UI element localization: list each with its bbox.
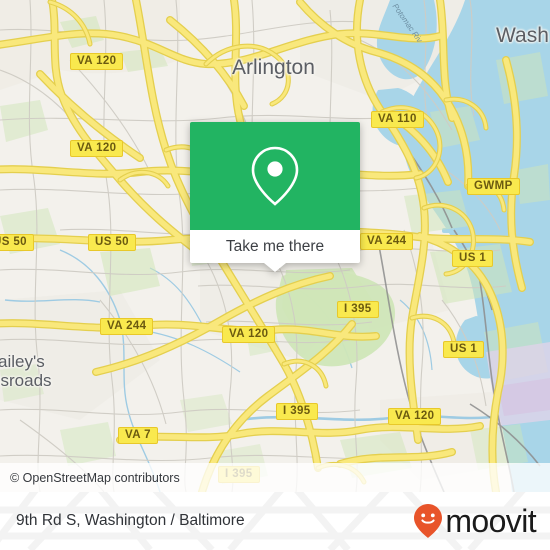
route-shield-va244-a[interactable]: VA 244 <box>100 318 154 335</box>
location-title: 9th Rd S, Washington / Baltimore <box>16 512 245 529</box>
route-shield-i395-b[interactable]: I 395 <box>337 301 379 318</box>
footer-content: 9th Rd S, Washington / Baltimore moovit <box>0 492 550 550</box>
popup-image-placeholder <box>190 122 360 230</box>
take-me-there-label: Take me there <box>225 237 325 255</box>
route-shield-us1-b[interactable]: US 1 <box>443 341 485 358</box>
moovit-brand[interactable]: moovit <box>413 503 537 539</box>
route-shield-gwmp[interactable]: GWMP <box>467 178 520 195</box>
moovit-wordmark: moovit <box>445 503 536 539</box>
place-label-arlington: Arlington <box>232 56 315 79</box>
footer-bar: 9th Rd S, Washington / Baltimore moovit <box>0 492 550 550</box>
route-shield-va120-a[interactable]: VA 120 <box>70 53 124 70</box>
route-shield-us50-b[interactable]: US 50 <box>88 234 136 251</box>
moovit-map-screen: Arlington Wash ailey's ssroads Potomac R… <box>0 0 550 550</box>
route-shield-va120-d[interactable]: VA 120 <box>388 408 442 425</box>
popup-action-bar[interactable]: Take me there <box>190 230 360 272</box>
map-pin-icon <box>251 146 299 206</box>
moovit-smiley-pin-icon <box>414 504 443 538</box>
map-attribution-bar: © OpenStreetMap contributors <box>0 463 550 492</box>
location-popup-card[interactable]: Take me there <box>190 122 360 272</box>
place-label-baileys-line1: ailey's <box>0 352 45 371</box>
route-shield-va120-b[interactable]: VA 120 <box>70 140 124 157</box>
route-shield-va244-b[interactable]: VA 244 <box>360 233 414 250</box>
route-shield-us50-a[interactable]: US 50 <box>0 234 34 251</box>
route-shield-va7[interactable]: VA 7 <box>118 427 158 444</box>
route-shield-va110[interactable]: VA 110 <box>371 111 424 128</box>
route-shield-va120-c[interactable]: VA 120 <box>222 326 276 343</box>
openstreetmap-attribution[interactable]: © OpenStreetMap contributors <box>0 471 180 485</box>
place-label-baileys-line2: ssroads <box>0 371 52 390</box>
route-shield-us1-a[interactable]: US 1 <box>452 250 494 267</box>
map-canvas[interactable]: Arlington Wash ailey's ssroads Potomac R… <box>0 0 550 492</box>
route-shield-i395-a[interactable]: I 395 <box>276 403 318 420</box>
popup-pointer-tail <box>264 263 286 272</box>
place-label-washington: Wash <box>496 24 549 47</box>
